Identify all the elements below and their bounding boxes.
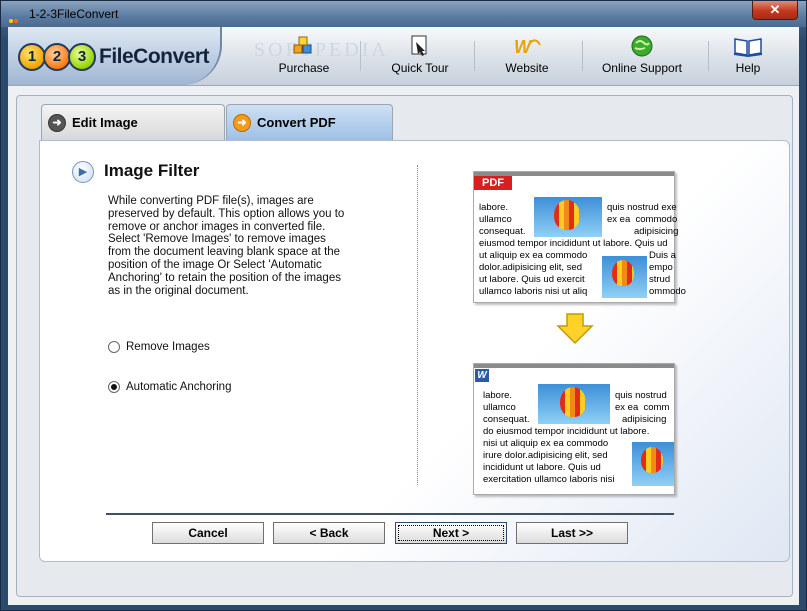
text-line: eiusmod tempor incididunt ut labore. Qui… (479, 238, 668, 249)
client-area: 1 2 3 FileConvert SOFTPEDIA Purchase Qui… (8, 27, 799, 605)
option-label: Remove Images (126, 341, 210, 354)
text-line: ullamco (479, 214, 512, 225)
help-book-icon (733, 38, 763, 58)
online-support-label: Online Support (601, 61, 683, 75)
text-line: do eiusmod tempor incididunt ut labore. (483, 426, 650, 437)
logo-text: FileConvert (99, 45, 210, 68)
text-line: ex ea commodo (607, 214, 678, 225)
automatic-anchoring-radio[interactable] (108, 381, 120, 393)
logo-digit-1: 1 (18, 43, 46, 71)
back-button[interactable]: < Back (273, 522, 385, 544)
text-line: consequat. (483, 414, 530, 425)
text-line: dolor.adipisicing elit, sed (479, 262, 582, 273)
word-preview: W labore. ullamco consequat. do eiusmod … (473, 363, 675, 495)
text-line: irure dolor.adipisicing elit, sed (483, 450, 608, 461)
text-line: labore. (479, 202, 509, 213)
quick-tour-label: Quick Tour (391, 61, 449, 75)
text-line: incididunt ut labore. Quis ud (483, 462, 601, 473)
option-label: Automatic Anchoring (126, 381, 232, 394)
online-support-icon (631, 35, 653, 57)
logo-digit-2: 2 (43, 43, 71, 71)
website-label: Website (505, 61, 549, 75)
balloon-image (632, 442, 674, 486)
quick-tour-button[interactable]: Quick Tour (380, 33, 460, 79)
website-icon: W (514, 37, 541, 57)
doc-strip (474, 364, 674, 368)
help-label: Help (735, 61, 761, 75)
word-icon: W (475, 369, 489, 382)
main-panel: ➜ Edit Image ➜ Convert PDF ▶ Image Filte… (16, 95, 793, 597)
next-button[interactable]: Next > (395, 522, 507, 544)
tab-content: ▶ Image Filter While converting PDF file… (39, 140, 790, 562)
remove-images-radio[interactable] (108, 341, 120, 353)
title-bar[interactable]: 1-2-3FileConvert ✕ (1, 1, 806, 41)
text-line: ut aliquip ex ea commodo (479, 250, 588, 261)
arrow-right-icon: ➜ (48, 114, 66, 132)
cancel-button[interactable]: Cancel (152, 522, 264, 544)
purchase-button[interactable]: Purchase (264, 33, 344, 79)
online-support-button[interactable]: Online Support (596, 33, 688, 79)
section-description: While converting PDF file(s), images are… (108, 195, 345, 297)
text-line: consequat. (479, 226, 526, 237)
text-line: adipisicing (634, 226, 679, 237)
text-line: quis nostrud exe (607, 202, 677, 213)
purchase-label: Purchase (278, 61, 330, 75)
vertical-divider (417, 165, 418, 485)
purchase-icon (293, 36, 312, 54)
remove-images-option[interactable]: Remove Images (108, 341, 210, 357)
toolbar-separator (474, 41, 475, 71)
balloon-image (534, 197, 602, 237)
app-window: 1-2-3FileConvert ✕ 1 2 3 FileConvert SOF… (0, 0, 807, 611)
text-line: empo (649, 262, 673, 273)
tab-edit-image[interactable]: ➜ Edit Image (41, 104, 225, 140)
play-icon: ▶ (72, 161, 94, 183)
pdf-tag: PDF (474, 176, 512, 190)
text-line: adipisicing (622, 414, 667, 425)
arrow-right-icon: ➜ (233, 114, 251, 132)
text-line: exercitation ullamco laboris nisi (483, 474, 615, 485)
website-button[interactable]: W Website (492, 33, 562, 79)
close-button[interactable]: ✕ (752, 1, 798, 20)
text-line: labore. (483, 390, 513, 401)
app-logo: 1 2 3 FileConvert (18, 43, 210, 71)
text-line: ullamco (483, 402, 516, 413)
logo-area: 1 2 3 FileConvert (8, 27, 222, 85)
text-line: quis nostrud (615, 390, 667, 401)
toolbar-separator (708, 41, 709, 71)
app-icon (9, 10, 23, 41)
automatic-anchoring-option[interactable]: Automatic Anchoring (108, 381, 231, 397)
close-icon: ✕ (769, 2, 781, 17)
text-line: ex ea comm (615, 402, 670, 413)
balloon-image (602, 256, 647, 298)
text-line: strud (649, 274, 671, 285)
text-line: ut labore. Quis ud exercit (479, 274, 585, 285)
last-button[interactable]: Last >> (516, 522, 628, 544)
balloon-image (538, 384, 610, 424)
quick-tour-icon (411, 35, 427, 56)
header-toolbar: 1 2 3 FileConvert SOFTPEDIA Purchase Qui… (8, 27, 799, 86)
tab-label: Edit Image (72, 115, 138, 130)
text-line: ullamco laboris nisi ut aliq (479, 286, 588, 297)
pdf-preview: PDF labore. ullamco consequat. eiusmod t… (473, 171, 686, 303)
tab-label: Convert PDF (257, 115, 336, 130)
logo-digit-3: 3 (68, 43, 96, 71)
svg-text:W: W (514, 37, 533, 57)
section-title: Image Filter (104, 161, 200, 180)
text-line: nisi ut aliquip ex ea commodo (483, 438, 609, 449)
help-button[interactable]: Help (720, 33, 776, 79)
toolbar-separator (582, 41, 583, 71)
footer-divider (106, 513, 674, 515)
window-title: 1-2-3FileConvert (29, 7, 119, 21)
text-line: Duis a (649, 250, 676, 261)
toolbar-separator (360, 41, 361, 71)
arrow-down-icon (556, 313, 594, 345)
text-line: ommodo (649, 286, 686, 297)
tab-convert-pdf[interactable]: ➜ Convert PDF (226, 104, 393, 140)
